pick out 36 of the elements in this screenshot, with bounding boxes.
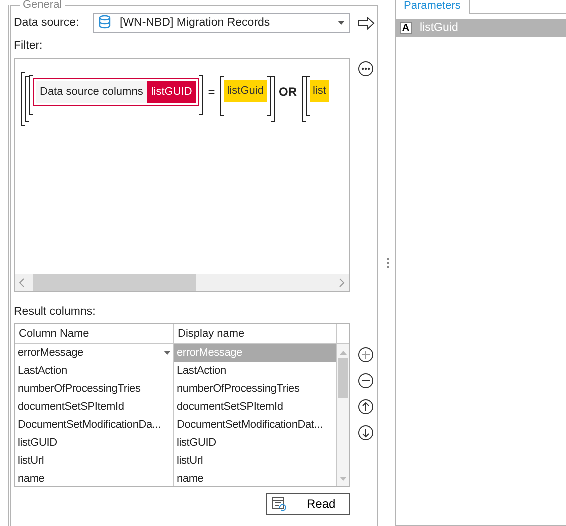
- filter-label: Filter:: [14, 40, 44, 52]
- horizontal-scrollbar[interactable]: [15, 274, 349, 291]
- data-source-label: Data source:: [14, 17, 80, 29]
- table-cell[interactable]: DocumentSetModificationDa...: [15, 416, 174, 434]
- table-cell[interactable]: listGUID: [15, 434, 174, 452]
- read-button[interactable]: Read: [266, 493, 350, 515]
- text-type-icon: A: [400, 22, 412, 34]
- table-cell[interactable]: LastAction: [15, 362, 174, 380]
- remove-icon[interactable]: [358, 373, 374, 389]
- result-columns-label: Result columns:: [14, 306, 97, 318]
- arrow-right-icon[interactable]: [358, 16, 375, 30]
- table-cell[interactable]: documentSetSPItemId: [15, 398, 174, 416]
- table-cell[interactable]: numberOfProcessingTries: [15, 380, 174, 398]
- value-chip[interactable]: listGuid: [224, 80, 267, 102]
- column-tag[interactable]: listGUID: [147, 81, 196, 103]
- caret-icon: [338, 21, 345, 25]
- data-source-dropdown[interactable]: [WN-NBD] Migration Records: [93, 13, 350, 33]
- connector: OR: [278, 85, 297, 99]
- column-field[interactable]: Data source columns: [36, 81, 148, 103]
- more-icon[interactable]: [358, 61, 374, 77]
- operator: =: [208, 85, 216, 99]
- parameter-item[interactable]: A listGuid: [396, 19, 566, 37]
- table-refresh-icon: [271, 496, 287, 512]
- arrow-up-icon[interactable]: [358, 399, 374, 415]
- caret-icon[interactable]: [164, 351, 171, 355]
- table-cell[interactable]: listUrl: [15, 452, 174, 470]
- add-icon[interactable]: [358, 347, 374, 363]
- group-title: General: [22, 0, 64, 11]
- bracket: [199, 75, 204, 115]
- scroll-thumb[interactable]: [338, 358, 348, 398]
- vertical-scrollbar[interactable]: [337, 344, 349, 486]
- column-header[interactable]: Column Name: [15, 324, 174, 344]
- value-chip[interactable]: list: [310, 80, 330, 102]
- parameter-name: listGuid: [420, 22, 458, 34]
- table-cell[interactable]: name: [15, 470, 174, 486]
- arrow-down-icon[interactable]: [358, 425, 374, 441]
